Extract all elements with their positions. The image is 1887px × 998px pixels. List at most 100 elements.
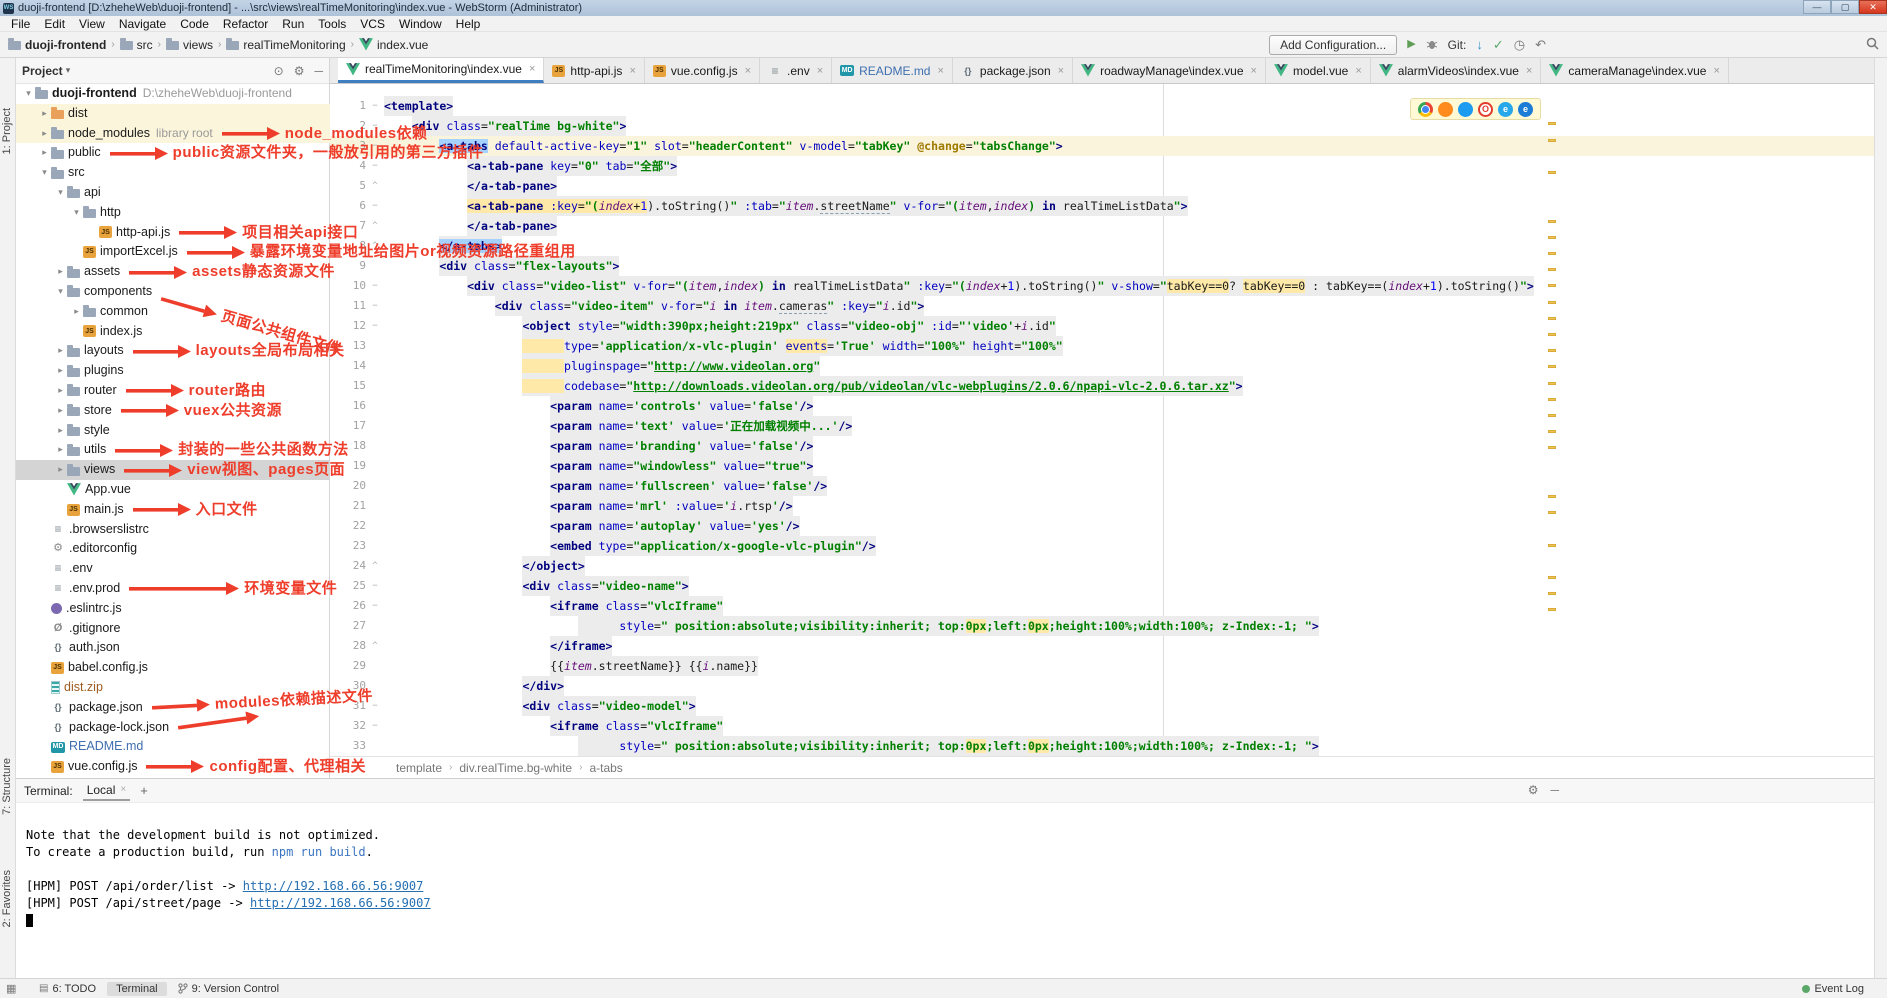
code-line[interactable]: 17 <param name='text' value='正在加载视频中...'…	[330, 416, 1874, 436]
tree-chevron-icon[interactable]: ▾	[54, 183, 67, 203]
editor-tab[interactable]: MDREADME.md×	[832, 58, 953, 83]
add-configuration-button[interactable]: Add Configuration...	[1269, 35, 1397, 55]
tree-row-auth.json[interactable]: {}auth.json	[16, 638, 330, 658]
fold-marker-icon[interactable]: ^	[366, 176, 384, 196]
tree-chevron-icon[interactable]: ▾	[38, 163, 51, 183]
code-line[interactable]: 7^ </a-tab-pane>	[330, 216, 1874, 236]
code-line[interactable]: 10− <div class="video-list" v-for="(item…	[330, 276, 1874, 296]
firefox-icon[interactable]	[1438, 102, 1453, 117]
menu-tools[interactable]: Tools	[311, 17, 353, 31]
menu-navigate[interactable]: Navigate	[112, 17, 173, 31]
tree-chevron-icon[interactable]: ▸	[54, 421, 67, 441]
tree-row-package-lock.json[interactable]: {}package-lock.json	[16, 718, 330, 738]
editor-tab[interactable]: cameraManage\index.vue×	[1541, 58, 1729, 83]
code-line[interactable]: 27 style=" position:absolute;visibility:…	[330, 616, 1874, 636]
tree-chevron-icon[interactable]: ▸	[38, 104, 51, 124]
opera-icon[interactable]: O	[1478, 102, 1493, 117]
tree-row-api[interactable]: ▾api	[16, 183, 330, 203]
close-icon[interactable]: ×	[1058, 65, 1064, 77]
fold-marker-icon[interactable]: −	[366, 96, 384, 116]
breadcrumb-item[interactable]: realTimeMonitoring	[226, 38, 345, 52]
menu-edit[interactable]: Edit	[37, 17, 72, 31]
editor-tab[interactable]: realTimeMonitoring\index.vue×	[338, 58, 544, 83]
tree-row-components[interactable]: ▾components页面公共组件文件	[16, 282, 330, 302]
tree-chevron-icon[interactable]: ▸	[54, 460, 67, 480]
editor-breadcrumb-item[interactable]: a-tabs	[589, 761, 622, 775]
tree-chevron-icon[interactable]: ▸	[54, 361, 67, 381]
fold-marker-icon[interactable]: −	[366, 716, 384, 736]
tree-row-.editorconfig[interactable]: ⚙.editorconfig	[16, 539, 330, 559]
warning-tick-icon[interactable]	[1548, 317, 1556, 320]
warning-tick-icon[interactable]	[1548, 576, 1556, 579]
tree-row-babel.config.js[interactable]: JSbabel.config.js	[16, 658, 330, 678]
breadcrumb-item[interactable]: index.vue	[359, 38, 428, 52]
tree-row-importExcel.js[interactable]: JSimportExcel.js暴露环境变量地址给图片or视频资源路径重组用	[16, 242, 330, 262]
tree-row-.env.prod[interactable]: ≡.env.prod环境变量文件	[16, 579, 330, 599]
breadcrumb-item[interactable]: src	[120, 38, 153, 52]
tree-chevron-icon[interactable]: ▾	[70, 203, 83, 223]
warning-tick-icon[interactable]	[1548, 349, 1556, 352]
tree-chevron-icon[interactable]: ▸	[38, 143, 51, 163]
terminal-minimize-icon[interactable]: ─	[1550, 783, 1559, 797]
tree-row-main.js[interactable]: JSmain.js入口文件	[16, 500, 330, 520]
tool-stripe-2-favorites[interactable]: 2: Favorites	[1, 870, 13, 927]
breadcrumb-item[interactable]: views	[166, 38, 213, 52]
title-bar[interactable]: WS duoji-frontend [D:\zheheWeb\duoji-fro…	[0, 0, 1887, 16]
tree-row-App.vue[interactable]: App.vue	[16, 480, 330, 500]
warning-tick-icon[interactable]	[1548, 220, 1556, 223]
tree-row-utils[interactable]: ▸utils封装的一些公共函数方法	[16, 440, 330, 460]
tool-stripe-1-project[interactable]: 1: Project	[1, 108, 13, 154]
close-icon[interactable]: ×	[529, 63, 535, 75]
code-line[interactable]: 28^ </iframe>	[330, 636, 1874, 656]
close-icon[interactable]: ×	[629, 65, 635, 77]
tree-chevron-icon[interactable]: ▾	[22, 84, 35, 104]
warning-tick-icon[interactable]	[1548, 382, 1556, 385]
warning-tick-icon[interactable]	[1548, 122, 1556, 125]
locate-file-icon[interactable]: ⊙	[274, 64, 284, 78]
menu-help[interactable]: Help	[449, 17, 488, 31]
close-icon[interactable]: ×	[1355, 65, 1361, 77]
tree-chevron-icon[interactable]: ▸	[54, 401, 67, 421]
code-line[interactable]: 14 pluginspage="http://www.videolan.org"	[330, 356, 1874, 376]
tree-row-http[interactable]: ▾http	[16, 203, 330, 223]
warning-tick-icon[interactable]	[1548, 139, 1556, 142]
warning-tick-icon[interactable]	[1548, 301, 1556, 304]
edge-icon[interactable]: e	[1518, 102, 1533, 117]
close-icon[interactable]: ×	[817, 65, 823, 77]
tree-row-assets[interactable]: ▸assetsassets静态资源文件	[16, 262, 330, 282]
code-line[interactable]: 4− <a-tab-pane key="0" tab="全部">	[330, 156, 1874, 176]
editor-tab[interactable]: roadwayManage\index.vue×	[1073, 58, 1266, 83]
tree-chevron-icon[interactable]: ▸	[54, 381, 67, 401]
statusbar-9-version-control[interactable]: 9: Version Control	[169, 982, 288, 996]
tree-row-src[interactable]: ▾src	[16, 163, 330, 183]
editor-tab[interactable]: alarmVideos\index.vue×	[1371, 58, 1542, 83]
tree-chevron-icon[interactable]: ▸	[70, 302, 83, 322]
menu-vcs[interactable]: VCS	[353, 17, 392, 31]
code-viewport[interactable]: 1−<template>2− <div class="realTime bg-w…	[330, 84, 1874, 756]
code-line[interactable]: 23 <embed type="application/x-google-vlc…	[330, 536, 1874, 556]
tree-row-.env[interactable]: ≡.env	[16, 559, 330, 579]
warning-tick-icon[interactable]	[1548, 252, 1556, 255]
tree-row-.eslintrc.js[interactable]: .eslintrc.js	[16, 599, 330, 619]
close-button[interactable]: ✕	[1859, 0, 1887, 14]
terminal-cursor[interactable]	[26, 914, 33, 927]
editor-breadcrumb-item[interactable]: template	[396, 761, 442, 775]
tree-row-layouts[interactable]: ▸layoutslayouts全局布局相关	[16, 341, 330, 361]
tree-row-views[interactable]: ▸viewsview视图、pages页面	[16, 460, 330, 480]
terminal-link[interactable]: http://192.168.66.56:9007	[243, 879, 424, 893]
close-icon[interactable]: ×	[1526, 65, 1532, 77]
menu-window[interactable]: Window	[392, 17, 449, 31]
code-line[interactable]: 31− <div class="video-model">	[330, 696, 1874, 716]
minimize-button[interactable]: —	[1803, 0, 1831, 14]
editor-tab[interactable]: ≡.env×	[760, 58, 832, 83]
tree-chevron-icon[interactable]: ▸	[54, 341, 67, 361]
code-line[interactable]: 19 <param name="windowless" value="true"…	[330, 456, 1874, 476]
code-line[interactable]: 22 <param name='autoplay' value='yes'/>	[330, 516, 1874, 536]
editor-tab[interactable]: {}package.json×	[953, 58, 1073, 83]
new-terminal-button[interactable]: +	[140, 783, 148, 798]
fold-marker-icon[interactable]: ^	[366, 216, 384, 236]
code-line[interactable]: 5^ </a-tab-pane>	[330, 176, 1874, 196]
warning-tick-icon[interactable]	[1548, 171, 1556, 174]
code-line[interactable]: 33 style=" position:absolute;visibility:…	[330, 736, 1874, 756]
fold-marker-icon[interactable]: ^	[366, 556, 384, 576]
